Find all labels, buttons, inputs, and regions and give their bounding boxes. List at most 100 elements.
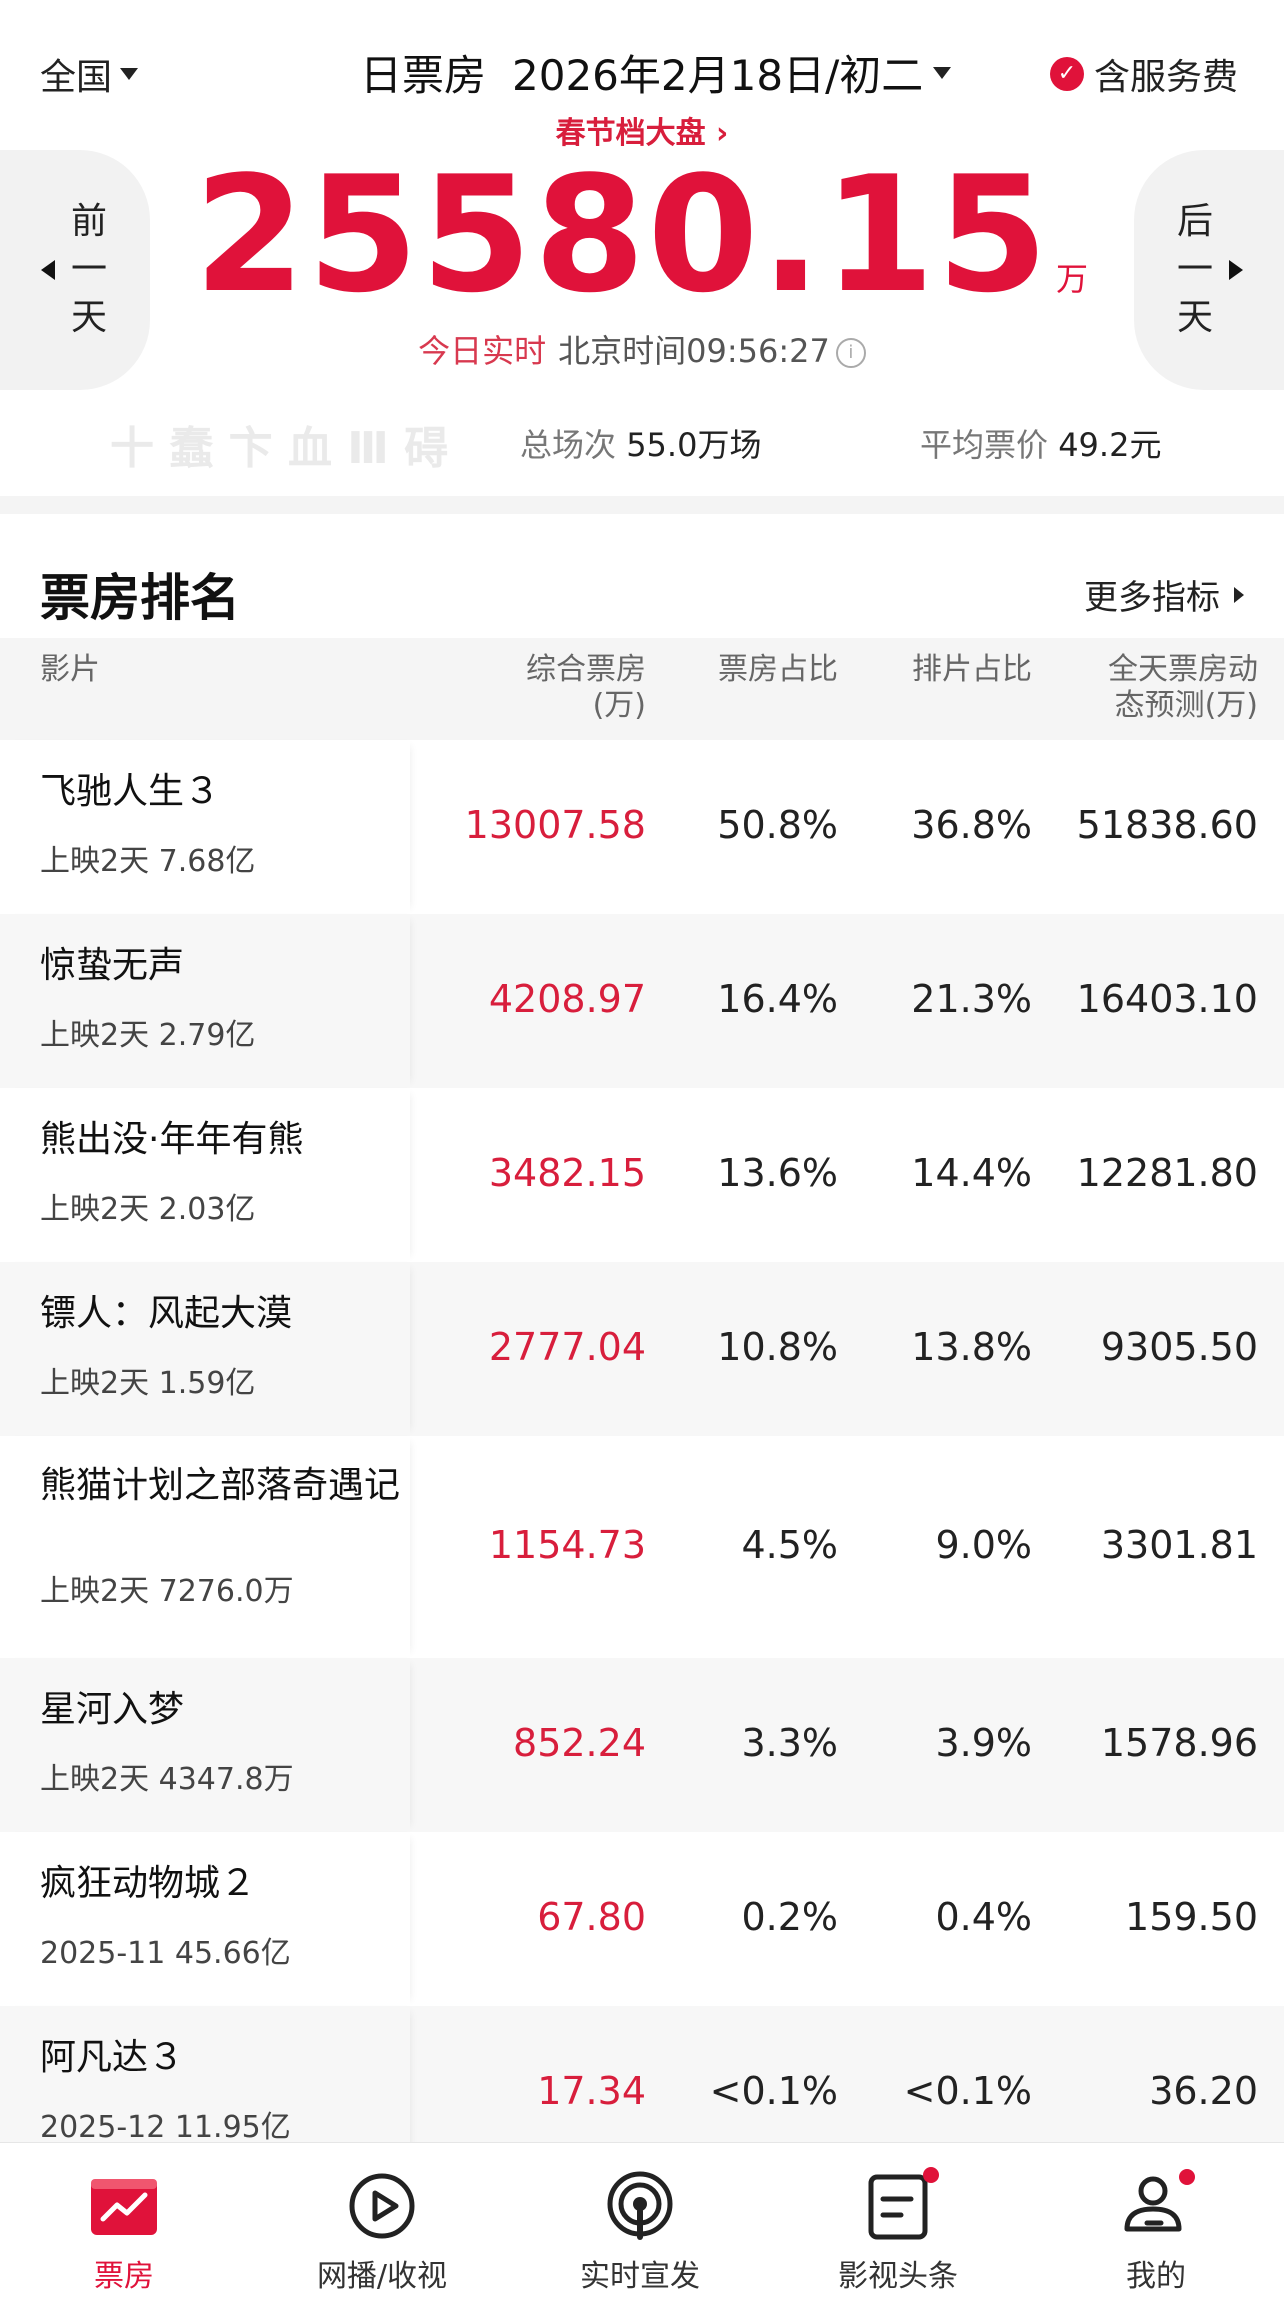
film-name: 镖人：风起大漠 [40,1293,293,1334]
film-cell [0,740,410,914]
avg-price-label: 平均票价 [920,426,1049,464]
film-name: 阿凡达３ [40,2037,185,2078]
forecast-value: 16403.10 [1076,977,1258,1021]
box-share-value: 3.3% [741,1721,838,1765]
nav-label: 票房 [94,2259,154,2294]
box-office-value: 17.34 [537,2069,646,2113]
arrow-right-icon [1229,260,1243,280]
box-share-value: 13.6% [717,1151,838,1195]
film-meta: 上映2天 7276.0万 [40,1574,294,1609]
col-box-share[interactable]: 票房占比 [718,652,838,688]
service-fee-toggle[interactable]: ✓ 含服务费 [1049,48,1238,100]
film-meta: 2025-12 11.95亿 [40,2110,291,2145]
table-row[interactable]: 镖人：风起大漠 上映2天 1.59亿 2777.04 10.8% 13.8% 9305.5… [0,1262,1284,1436]
chevron-down-icon [933,66,952,79]
col-box[interactable]: 综合票房 (万) [526,652,646,724]
film-cell [0,914,410,1088]
prev-day-label: 前一天 [70,201,107,338]
box-office-chart-icon [89,2171,159,2241]
table-row[interactable]: 熊猫计划之部落奇遇记 上映2天 7276.0万 1154.73 4.5% 9.0% 330… [0,1436,1284,1658]
screen-share-value: 36.8% [911,803,1032,847]
notification-dot [1179,2169,1195,2185]
screen-share-value: <0.1% [903,2069,1032,2113]
film-cell [0,1658,410,1832]
nav-headlines[interactable]: 影视头条 [798,2167,998,2295]
film-name: 惊蛰无声 [40,945,185,986]
table-row[interactable]: 熊出没·年年有熊 上映2天 2.03亿 3482.15 13.6% 14.4% 12281… [0,1088,1284,1262]
screen-share-value: 21.3% [911,977,1032,1021]
caret-right-icon [1234,586,1244,603]
film-meta: 上映2天 2.79亿 [40,1018,256,1053]
nav-label: 我的 [1126,2259,1186,2294]
box-office-value: 852.24 [513,1721,646,1765]
forecast-value: 51838.60 [1076,803,1258,847]
box-share-value: 10.8% [717,1325,838,1369]
box-share-value: <0.1% [709,2069,838,2113]
box-office-value: 2777.04 [488,1325,646,1369]
date-label: 2026年2月18日/初二 [512,51,924,100]
bottom-nav: 票房 网播/收视 实时宣发 影视头条 我的 [0,2142,1284,2310]
box-office-value: 13007.58 [464,803,646,847]
nav-label: 网播/收视 [316,2259,448,2294]
nav-label: 影视头条 [838,2259,958,2294]
total-box-office-unit: 万 [1056,260,1091,298]
play-icon [347,2171,417,2241]
table-row[interactable]: 惊蛰无声 上映2天 2.79亿 4208.97 16.4% 21.3% 16403.10 [0,914,1284,1088]
forecast-value: 36.20 [1149,2069,1258,2113]
nav-promotion[interactable]: 实时宣发 [540,2171,740,2295]
table-row[interactable]: 星河入梦 上映2天 4347.8万 852.24 3.3% 3.9% 1578.96 [0,1658,1284,1832]
box-office-value: 67.80 [537,1895,646,1939]
film-name: 飞驰人生３ [40,771,221,812]
faded-text: 十 蠢 卞 血 Ⅲ 碍 [110,423,449,474]
more-metrics-label: 更多指标 [1084,578,1220,618]
table-row[interactable]: 飞驰人生３ 上映2天 7.68亿 13007.58 50.8% 36.8% 51838.6… [0,740,1284,914]
info-icon[interactable]: i [835,338,866,368]
ranking-title: 票房排名 [40,569,240,627]
screen-share-value: 3.9% [935,1721,1032,1765]
film-meta: 上映2天 1.59亿 [40,1366,256,1401]
prev-day-button[interactable]: 前一天 [0,150,150,390]
film-name: 熊猫计划之部落奇遇记 [40,1465,401,1506]
service-fee-label: 含服务费 [1093,57,1238,98]
nav-box-office[interactable]: 票房 [24,2171,224,2295]
forecast-value: 9305.50 [1100,1325,1258,1369]
forecast-value: 159.50 [1125,1895,1258,1939]
avg-price-value: 49.2元 [1058,426,1162,464]
nav-streaming[interactable]: 网播/收视 [282,2171,482,2295]
col-film[interactable]: 影片 [40,652,100,688]
table-header: 影片 综合票房 (万) 票房占比 排片占比 全天票房动 态预测(万) [0,638,1284,740]
profile-icon [1121,2169,1195,2241]
film-meta: 上映2天 2.03亿 [40,1192,256,1227]
film-cell [0,1088,410,1262]
film-name: 星河入梦 [40,1689,185,1730]
film-cell [0,1262,410,1436]
realtime-line: 今日实时 北京时间09:56:27 i [0,326,1284,372]
screen-share-value: 9.0% [935,1523,1032,1567]
chevron-down-icon [120,68,139,80]
box-office-value: 1154.73 [488,1523,646,1567]
next-day-button[interactable]: 后一天 [1134,150,1284,390]
col-box-label: 综合票房 [526,652,646,687]
more-metrics-button[interactable]: 更多指标 [1084,570,1244,619]
forecast-value: 12281.80 [1076,1151,1258,1195]
table-row[interactable]: 疯狂动物城２ 2025-11 45.66亿 67.80 0.2% 0.4% 159.50 [0,1832,1284,2006]
box-share-value: 50.8% [717,803,838,847]
col-screen-share[interactable]: 排片占比 [912,652,1032,688]
date-selector[interactable]: 2026年2月18日/初二 [512,42,952,103]
region-selector[interactable]: 全国 [40,48,139,100]
section-divider [0,496,1284,514]
region-label: 全国 [40,57,113,98]
next-day-label: 后一天 [1176,201,1213,338]
screenings-value: 55.0万场 [626,426,762,464]
box-share-value: 4.5% [741,1523,838,1567]
col-forecast-line2: 态预测(万) [1114,688,1258,723]
nav-profile[interactable]: 我的 [1056,2169,1256,2295]
broadcast-icon [605,2171,675,2241]
box-share-value: 0.2% [741,1895,838,1939]
col-forecast[interactable]: 全天票房动 态预测(万) [1108,652,1258,724]
page-title: 日票房 [360,51,487,100]
news-icon [863,2167,939,2241]
screen-share-value: 14.4% [911,1151,1032,1195]
film-cell [0,1832,410,2006]
film-meta: 上映2天 7.68亿 [40,844,256,879]
